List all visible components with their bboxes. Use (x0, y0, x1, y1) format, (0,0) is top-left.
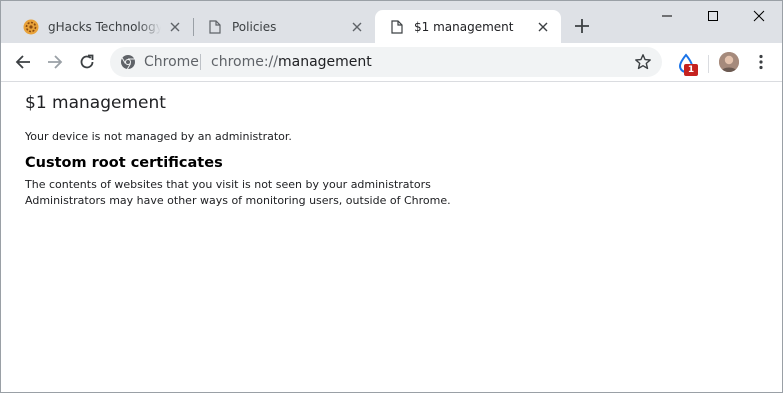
tab-strip: gHacks Technology Ne Policies $1 managem… (1, 1, 782, 43)
maximize-icon (708, 11, 718, 21)
section-title: Custom root certificates (25, 155, 223, 171)
menu-button[interactable] (752, 53, 770, 71)
tab-close-icon[interactable] (167, 19, 183, 35)
reload-icon (80, 54, 94, 69)
reload-button[interactable] (74, 50, 100, 74)
tab-management-active[interactable]: $1 management (375, 10, 561, 43)
extension-badge: 1 (684, 64, 698, 76)
info-line-2: Administrators may have other ways of mo… (25, 194, 451, 207)
close-window-button[interactable] (736, 1, 782, 31)
profile-avatar[interactable] (719, 52, 739, 72)
url-text[interactable]: chrome://management (211, 54, 372, 70)
secure-chip-label: Chrome (144, 54, 199, 70)
certificate-info: The contents of websites that you visit … (25, 177, 765, 209)
document-icon (389, 19, 405, 35)
tab-close-icon[interactable] (349, 19, 365, 35)
maximize-button[interactable] (690, 1, 736, 31)
chrome-logo-icon (121, 55, 135, 70)
ghacks-favicon-icon (23, 19, 39, 35)
plus-icon (575, 19, 589, 33)
tab-policies[interactable]: Policies (193, 10, 375, 43)
bookmark-star-icon[interactable] (634, 53, 652, 71)
page-content: $1 management Your device is not managed… (25, 93, 765, 209)
info-line-1: The contents of websites that you visit … (25, 178, 431, 191)
address-bar[interactable]: Chrome chrome://management (110, 47, 662, 77)
chip-divider (200, 54, 201, 70)
minimize-button[interactable] (644, 1, 690, 31)
browser-toolbar: Chrome chrome://management 1 (1, 43, 782, 82)
tab-close-icon[interactable] (535, 19, 551, 35)
document-icon (207, 19, 223, 35)
page-title: $1 management (25, 93, 166, 113)
toolbar-separator (708, 55, 709, 73)
minimize-icon (662, 15, 672, 17)
tab-title: $1 management (414, 19, 514, 34)
back-arrow-icon (15, 55, 30, 69)
tab-title: Policies (232, 19, 277, 34)
forward-arrow-icon (48, 55, 63, 69)
management-status: Your device is not managed by an adminis… (25, 130, 292, 143)
forward-button[interactable] (42, 50, 68, 74)
close-icon (753, 10, 765, 22)
tab-ghacks[interactable]: gHacks Technology Ne (9, 10, 193, 43)
more-vertical-icon (759, 54, 763, 70)
back-button[interactable] (10, 50, 36, 74)
browser-window: gHacks Technology Ne Policies $1 managem… (0, 0, 783, 393)
avatar-icon (719, 52, 739, 72)
new-tab-button[interactable] (571, 15, 593, 37)
url-scheme: chrome:// (211, 54, 278, 70)
url-host: management (278, 54, 372, 70)
tab-title: gHacks Technology Ne (48, 19, 161, 34)
